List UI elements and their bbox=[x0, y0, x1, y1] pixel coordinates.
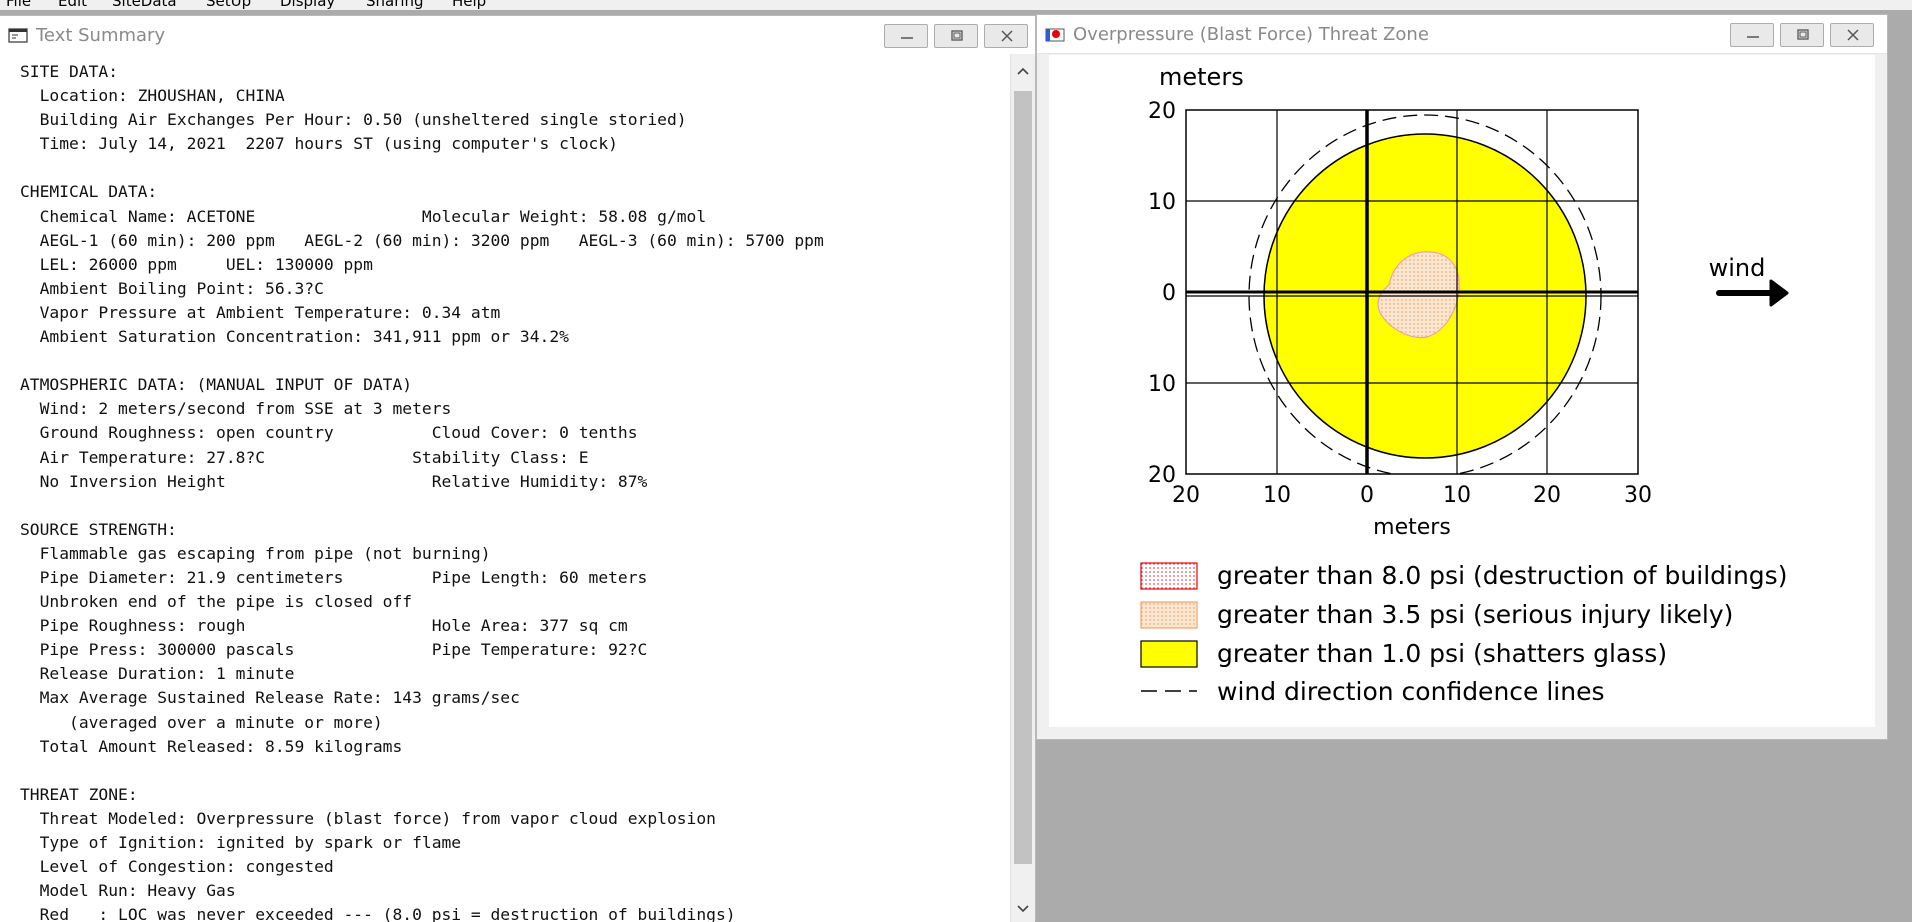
legend-label-red: greater than 8.0 psi (destruction of bui… bbox=[1217, 561, 1787, 590]
x-tick-label: 20 bbox=[1533, 483, 1561, 508]
legend-swatch-orange bbox=[1140, 601, 1198, 629]
text-summary-title: Text Summary bbox=[36, 25, 166, 46]
legend-label-yellow: greater than 1.0 psi (shatters glass) bbox=[1217, 639, 1667, 668]
legend-swatch-yellow bbox=[1140, 640, 1198, 668]
legend-label-orange: greater than 3.5 psi (serious injury lik… bbox=[1217, 600, 1733, 629]
scroll-up-arrow-icon[interactable] bbox=[1016, 64, 1030, 78]
summary-line: Pipe Press: 300000 pascals Pipe Temperat… bbox=[20, 640, 648, 660]
summary-line: Pipe Roughness: rough Hole Area: 377 sq … bbox=[20, 616, 628, 636]
x-axis-label: meters bbox=[1373, 515, 1451, 540]
menubar: File Edit SiteData SetUp Display Sharing… bbox=[0, 0, 1912, 10]
summary-line: LEL: 26000 ppm UEL: 130000 ppm bbox=[20, 254, 373, 274]
menu-sitedata[interactable]: SiteData bbox=[112, 0, 177, 10]
summary-line: Vapor Pressure at Ambient Temperature: 0… bbox=[20, 302, 501, 322]
summary-text: SITE DATA: Location: ZHOUSHAN, CHINA Bui… bbox=[20, 60, 824, 922]
y-tick-label: 0 bbox=[1162, 281, 1176, 306]
summary-line: Time: July 14, 2021 2207 hours ST (using… bbox=[20, 134, 618, 154]
summary-line: Building Air Exchanges Per Hour: 0.50 (u… bbox=[20, 110, 687, 130]
wind-arrow-icon bbox=[1716, 279, 1789, 307]
legend-label-dashed: wind direction confidence lines bbox=[1217, 677, 1605, 706]
threat-zone-plot: meters 20 10 0 10 20 20 10 0 10 20 30 me… bbox=[1049, 55, 1875, 727]
summary-line: Red : LOC was never exceeded --- (8.0 ps… bbox=[20, 905, 736, 922]
minimize-icon bbox=[1747, 36, 1759, 38]
threat-zone-app-icon bbox=[1045, 28, 1065, 42]
summary-line: Ambient Boiling Point: 56.3?C bbox=[20, 278, 324, 298]
y-tick-label: 20 bbox=[1148, 99, 1176, 124]
menu-display[interactable]: Display bbox=[280, 0, 335, 10]
zone-close-button[interactable] bbox=[1830, 23, 1874, 47]
legend: greater than 8.0 psi (destruction of bui… bbox=[1140, 561, 1787, 706]
summary-line: Model Run: Heavy Gas bbox=[20, 881, 236, 901]
vertical-scrollbar[interactable] bbox=[1010, 54, 1035, 922]
zone-minimize-button[interactable] bbox=[1730, 23, 1774, 47]
summary-line: (averaged over a minute or more) bbox=[20, 712, 383, 732]
summary-line: SITE DATA: bbox=[20, 62, 119, 81]
scrollbar-thumb[interactable] bbox=[1014, 91, 1032, 864]
summary-line: Unbroken end of the pipe is closed off bbox=[20, 592, 413, 612]
summary-line: Release Duration: 1 minute bbox=[20, 664, 295, 684]
summary-line: Max Average Sustained Release Rate: 143 … bbox=[20, 688, 520, 708]
summary-line: Pipe Diameter: 21.9 centimeters Pipe Len… bbox=[20, 567, 648, 587]
x-tick-label: 10 bbox=[1443, 483, 1471, 508]
summary-line: Ground Roughness: open country Cloud Cov… bbox=[20, 423, 638, 443]
x-tick-label: 10 bbox=[1263, 483, 1291, 508]
minimize-button[interactable] bbox=[884, 24, 928, 48]
summary-line: Flammable gas escaping from pipe (not bu… bbox=[20, 543, 491, 563]
summary-line: Air Temperature: 27.8?C Stability Class:… bbox=[20, 447, 589, 467]
text-summary-titlebar[interactable]: Text Summary bbox=[0, 16, 1035, 55]
minimize-icon bbox=[901, 37, 913, 39]
document-icon bbox=[8, 28, 28, 43]
zone-maximize-button[interactable] bbox=[1780, 23, 1824, 47]
y-tick-label: 10 bbox=[1148, 372, 1176, 397]
close-icon bbox=[1001, 30, 1013, 42]
summary-line: Chemical Name: ACETONE Molecular Weight:… bbox=[20, 206, 707, 226]
menu-help[interactable]: Help bbox=[452, 0, 486, 10]
summary-line: Threat Modeled: Overpressure (blast forc… bbox=[20, 808, 716, 828]
menu-sharing[interactable]: Sharing bbox=[366, 0, 424, 10]
threat-zone-titlebar[interactable]: Overpressure (Blast Force) Threat Zone bbox=[1037, 15, 1887, 54]
x-tick-label: 0 bbox=[1360, 483, 1374, 508]
maximize-icon bbox=[951, 30, 963, 41]
y-tick-label: 10 bbox=[1148, 190, 1176, 215]
wind-label: wind bbox=[1709, 254, 1766, 282]
summary-line: THREAT ZONE: bbox=[20, 784, 138, 804]
threat-zone-svg: meters 20 10 0 10 20 20 10 0 10 20 30 me… bbox=[1140, 63, 1789, 706]
summary-line: Location: ZHOUSHAN, CHINA bbox=[20, 86, 285, 106]
summary-line: ATMOSPHERIC DATA: (MANUAL INPUT OF DATA) bbox=[20, 375, 413, 395]
summary-line: Wind: 2 meters/second from SSE at 3 mete… bbox=[20, 399, 452, 419]
summary-line: Total Amount Released: 8.59 kilograms bbox=[20, 736, 403, 756]
menu-setup[interactable]: SetUp bbox=[206, 0, 251, 10]
maximize-button[interactable] bbox=[934, 24, 978, 48]
threat-zone-window: Overpressure (Blast Force) Threat Zone m… bbox=[1036, 14, 1888, 740]
x-tick-label: 20 bbox=[1172, 483, 1200, 508]
x-tick-label: 30 bbox=[1624, 483, 1652, 508]
summary-line: Type of Ignition: ignited by spark or fl… bbox=[20, 833, 462, 852]
threat-zone-title: Overpressure (Blast Force) Threat Zone bbox=[1073, 24, 1429, 45]
summary-line: Ambient Saturation Concentration: 341,91… bbox=[20, 327, 569, 347]
scroll-down-arrow-icon[interactable] bbox=[1016, 902, 1030, 916]
y-axis-label: meters bbox=[1159, 63, 1244, 91]
close-icon bbox=[1847, 29, 1859, 41]
summary-line: AEGL-1 (60 min): 200 ppm AEGL-2 (60 min)… bbox=[20, 230, 824, 250]
summary-line: No Inversion Height Relative Humidity: 8… bbox=[20, 471, 648, 491]
text-summary-content[interactable]: SITE DATA: Location: ZHOUSHAN, CHINA Bui… bbox=[0, 54, 1010, 922]
menu-file[interactable]: File bbox=[6, 0, 31, 10]
close-button[interactable] bbox=[984, 24, 1028, 48]
text-summary-window: Text Summary SITE DATA: Location: ZHOUSH… bbox=[0, 15, 1036, 922]
summary-line: SOURCE STRENGTH: bbox=[20, 519, 177, 539]
summary-line: Level of Congestion: congested bbox=[20, 857, 334, 877]
summary-line: CHEMICAL DATA: bbox=[20, 182, 158, 202]
legend-swatch-red bbox=[1140, 562, 1198, 590]
maximize-icon bbox=[1797, 29, 1809, 40]
menu-edit[interactable]: Edit bbox=[58, 0, 87, 10]
